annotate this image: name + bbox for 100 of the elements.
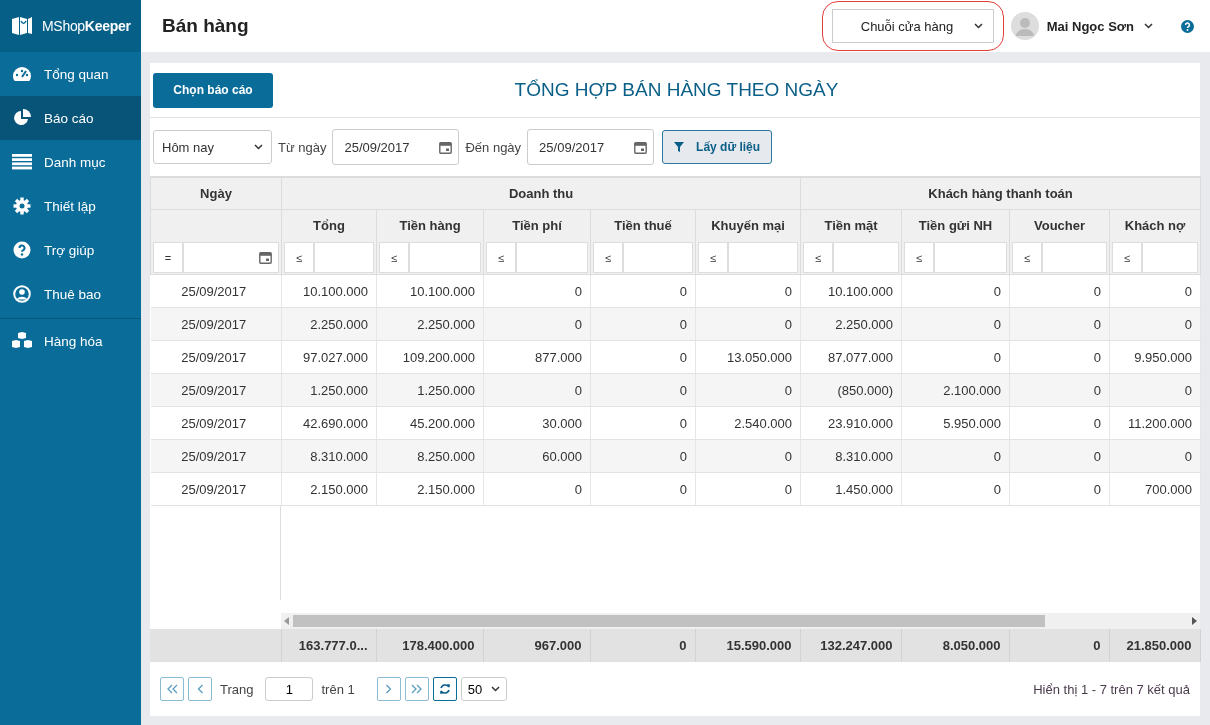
page-size-dropdown[interactable]: 50 [460,677,507,701]
sidebar-item[interactable]: Hàng hóa [0,319,141,363]
table-cell: 9.950.000 [1109,340,1201,374]
filter-input[interactable] [1042,242,1108,273]
user-icon [11,285,33,303]
filter-input[interactable] [833,242,900,273]
first-page-button[interactable] [160,677,184,701]
filter-operator[interactable]: ≤ [803,242,834,273]
table-cell: 109.200.000 [376,340,484,374]
to-date-label: Đến ngày [465,139,522,155]
fetch-data-button[interactable]: Lấy dữ liệu [662,130,773,164]
filter-operator[interactable]: ≤ [904,242,935,273]
filter-input[interactable] [934,242,1008,273]
scrollbar-thumb[interactable] [293,615,1045,627]
total-cell: 8.050.000 [901,629,1009,662]
table-cell: 2.100.000 [901,373,1010,407]
page-number-field[interactable]: 1 [265,677,314,701]
filter-operator[interactable]: ≤ [284,242,314,273]
table-cell: 0 [590,406,696,440]
table-cell: 0 [590,340,696,374]
table-cell: 0 [483,373,591,407]
next-page-button[interactable] [376,677,401,701]
table-cell: 2.540.000 [695,406,801,440]
from-date-field[interactable]: 25/09/2017 [332,129,460,165]
table-cell: 1.450.000 [800,472,902,506]
filter-operator[interactable]: ≤ [1012,242,1043,273]
table-cell: 0 [901,439,1010,473]
column-header: Ngày [150,177,282,210]
choose-report-button[interactable]: Chọn báo cáo [153,72,273,108]
table-cell: 5.950.000 [901,406,1010,440]
total-cell: 0 [1009,629,1109,662]
refresh-button[interactable] [432,677,457,701]
total-cell: 163.777.0... [281,629,376,662]
filter-input[interactable] [728,242,799,273]
sidebar-item[interactable]: Thuê bao [0,272,141,316]
table-cell: 45.200.000 [376,406,484,440]
chevron-down-icon [973,23,983,29]
column-header: Tiền thuế [590,209,696,241]
sidebar-item[interactable]: Báo cáo [0,96,141,140]
filter-operator[interactable]: ≤ [486,242,516,273]
table-cell: 8.310.000 [800,439,902,473]
period-dropdown[interactable]: Hôm nay [153,130,272,164]
column-header: Tổng [281,209,377,241]
sidebar-item[interactable]: Danh mục [0,140,141,184]
table-cell: 0 [483,472,591,506]
sidebar-item[interactable]: Thiết lập [0,184,141,228]
filter-operator[interactable]: ≤ [593,242,623,273]
last-page-button[interactable] [404,677,429,701]
double-chevron-left-icon [166,684,178,694]
store-dropdown[interactable]: Chuỗi cửa hàng [831,9,994,43]
sidebar-item[interactable]: Tổng quan [0,52,141,96]
refresh-icon [438,683,451,695]
from-date-label: Từ ngày [278,139,327,155]
table-cell: 42.690.000 [281,406,377,440]
table-cell: 0 [483,307,591,341]
table-cell: 0 [901,274,1010,308]
help-icon[interactable] [1181,19,1194,33]
table-cell: 0 [1009,307,1110,341]
table-cell: 0 [590,439,696,473]
filter-operator[interactable]: ≤ [379,242,409,273]
table-cell: 0 [1009,406,1110,440]
calendar-icon [259,251,272,264]
table-cell: 0 [1009,373,1110,407]
previous-page-button[interactable] [188,677,212,701]
filter-input[interactable] [1142,242,1199,273]
boxes-icon [11,332,33,350]
table-cell: 8.310.000 [281,439,377,473]
sidebar-item[interactable]: Trợ giúp [0,228,141,272]
user-menu[interactable]: Mai Ngọc Sơn [1046,18,1153,34]
column-header: Tiền hàng [376,209,484,241]
table-cell: 0 [901,472,1010,506]
filter-date-field[interactable] [183,242,279,273]
table-cell: 0 [901,340,1010,374]
to-date-field[interactable]: 25/09/2017 [527,129,655,165]
report-title: TỔNG HỢP BÁN HÀNG THEO NGÀY [513,79,840,101]
list-icon [11,154,33,170]
filter-operator[interactable]: = [153,242,183,273]
column-group-header: Khách hàng thanh toán [800,177,1201,210]
filter-input[interactable] [516,242,588,273]
filter-operator[interactable]: ≤ [1112,242,1143,273]
filter-input[interactable] [409,242,481,273]
filter-input[interactable] [623,242,693,273]
table-cell: 0 [483,274,591,308]
table-cell: 1.250.000 [281,373,377,407]
table-cell: 87.077.000 [800,340,902,374]
filter-operator[interactable]: ≤ [698,242,728,273]
table-cell: 0 [590,274,696,308]
column-header: Tiền mặt [800,209,902,241]
table-cell: 10.100.000 [376,274,484,308]
table-cell: (850.000) [800,373,902,407]
logo-text: MShopKeeper [42,18,131,34]
total-cell: 15.590.000 [695,629,800,662]
table-cell: 0 [590,472,696,506]
chevron-right-icon [385,684,393,694]
horizontal-scrollbar[interactable] [281,613,1200,629]
table-cell: 25/09/2017 [150,439,282,473]
page-label: Trang [220,681,254,697]
table-cell: 25/09/2017 [150,472,282,506]
filter-input[interactable] [314,242,374,273]
calendar-icon [439,140,453,154]
